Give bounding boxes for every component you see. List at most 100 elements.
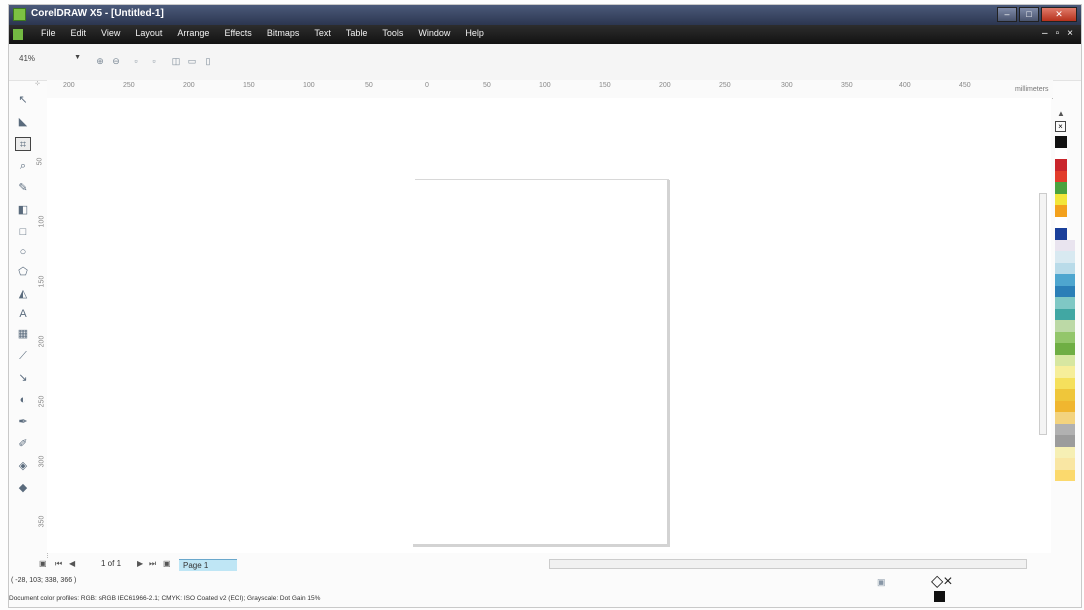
add-page-after-icon[interactable]: ▣ bbox=[163, 559, 171, 568]
palette-scroll-up-icon[interactable]: ▲ bbox=[1057, 109, 1065, 118]
palette-swatch[interactable] bbox=[1055, 182, 1067, 194]
palette-swatch[interactable] bbox=[1055, 412, 1067, 424]
fill-tool-icon[interactable]: ◈ bbox=[15, 459, 31, 473]
horizontal-scrollbar[interactable] bbox=[549, 559, 1027, 569]
palette-swatch[interactable] bbox=[1067, 469, 1075, 481]
maximize-button[interactable]: □ bbox=[1019, 7, 1039, 22]
palette-swatch[interactable] bbox=[1055, 193, 1067, 205]
last-page-icon[interactable]: ⏭ bbox=[149, 559, 156, 569]
basic-shapes-icon[interactable]: ◭ bbox=[15, 287, 31, 301]
palette-swatch[interactable] bbox=[1067, 412, 1075, 424]
fill-color-indicator[interactable] bbox=[934, 591, 945, 602]
doc-close-button[interactable]: × bbox=[1067, 28, 1073, 39]
doc-minimize-button[interactable]: – bbox=[1042, 28, 1048, 39]
zoom-selected-icon[interactable]: ▫ bbox=[131, 57, 141, 66]
palette-swatch[interactable] bbox=[1055, 297, 1067, 309]
zoom-in-icon[interactable]: ⊕ bbox=[95, 57, 105, 66]
zoom-tool-icon[interactable]: ⌕ bbox=[15, 159, 31, 173]
palette-swatch[interactable] bbox=[1067, 354, 1075, 366]
minimize-button[interactable]: – bbox=[997, 7, 1017, 22]
palette-swatch[interactable] bbox=[1055, 446, 1067, 458]
menu-view[interactable]: View bbox=[101, 28, 120, 38]
menu-layout[interactable]: Layout bbox=[135, 28, 162, 38]
palette-swatch[interactable] bbox=[1055, 308, 1067, 320]
palette-swatch[interactable] bbox=[1055, 285, 1067, 297]
pick-tool-icon[interactable]: ↖ bbox=[15, 93, 31, 107]
palette-swatch[interactable] bbox=[1067, 308, 1075, 320]
palette-swatch[interactable] bbox=[1067, 251, 1075, 263]
palette-swatch[interactable] bbox=[1055, 377, 1067, 389]
text-tool-icon[interactable]: A bbox=[15, 307, 31, 321]
horizontal-ruler[interactable]: 200 250 200 150 100 50 0 50 100 150 200 … bbox=[47, 80, 1053, 99]
palette-swatch[interactable] bbox=[1055, 389, 1067, 401]
status-printer-icon[interactable]: ▣ bbox=[877, 577, 889, 587]
palette-swatch[interactable] bbox=[1055, 228, 1067, 240]
rectangle-tool-icon[interactable]: □ bbox=[15, 225, 31, 239]
zoom-level-dropdown[interactable]: 41% ▼ bbox=[19, 54, 81, 67]
page-width-icon[interactable]: ▭ bbox=[187, 57, 197, 66]
drawing-page[interactable] bbox=[415, 179, 669, 546]
palette-swatch[interactable] bbox=[1055, 262, 1067, 274]
add-page-icon[interactable]: ▣ bbox=[39, 559, 47, 568]
palette-swatch[interactable] bbox=[1067, 331, 1075, 343]
document-icon[interactable] bbox=[13, 29, 23, 40]
palette-swatch[interactable] bbox=[1055, 205, 1067, 217]
table-tool-icon[interactable]: ▦ bbox=[15, 327, 31, 341]
palette-swatch[interactable] bbox=[1055, 239, 1067, 251]
palette-swatch[interactable] bbox=[1067, 274, 1075, 286]
ruler-origin[interactable]: ⊹ bbox=[35, 80, 47, 98]
smart-fill-icon[interactable]: ◧ bbox=[15, 203, 31, 217]
crop-tool-icon[interactable]: ⌗ bbox=[15, 137, 31, 151]
first-page-icon[interactable]: ⏮ bbox=[55, 559, 62, 569]
page-height-icon[interactable]: ▯ bbox=[203, 57, 213, 66]
palette-swatch[interactable] bbox=[1055, 274, 1067, 286]
menu-arrange[interactable]: Arrange bbox=[177, 28, 209, 38]
menu-effects[interactable]: Effects bbox=[224, 28, 251, 38]
palette-swatch[interactable] bbox=[1067, 400, 1075, 412]
menu-bitmaps[interactable]: Bitmaps bbox=[267, 28, 300, 38]
zoom-page-icon[interactable]: ◫ bbox=[171, 57, 181, 66]
palette-swatch[interactable] bbox=[1067, 423, 1075, 435]
connector-icon[interactable]: ↘ bbox=[15, 371, 31, 385]
title-bar[interactable]: CorelDRAW X5 - [Untitled-1] – □ ✕ bbox=[9, 5, 1081, 25]
palette-swatch[interactable] bbox=[1055, 320, 1067, 332]
palette-swatch[interactable] bbox=[1055, 458, 1067, 470]
ellipse-tool-icon[interactable]: ○ bbox=[15, 245, 31, 259]
palette-swatch[interactable] bbox=[1067, 343, 1075, 355]
palette-swatch[interactable] bbox=[1067, 297, 1075, 309]
menu-tools[interactable]: Tools bbox=[382, 28, 403, 38]
palette-swatch[interactable] bbox=[1055, 469, 1067, 481]
palette-swatch[interactable] bbox=[1055, 435, 1067, 447]
palette-swatch[interactable] bbox=[1055, 343, 1067, 355]
dropdown-arrow-icon[interactable]: ▼ bbox=[74, 54, 81, 61]
menu-help[interactable]: Help bbox=[465, 28, 484, 38]
parallel-dimension-icon[interactable]: ⟋ bbox=[15, 349, 31, 363]
outline-tool-icon[interactable]: ✐ bbox=[15, 437, 31, 451]
palette-swatch[interactable] bbox=[1055, 170, 1067, 182]
palette-swatch[interactable] bbox=[1055, 366, 1067, 378]
palette-swatch[interactable] bbox=[1067, 239, 1075, 251]
next-page-icon[interactable]: ▶ bbox=[137, 559, 143, 568]
no-color-swatch[interactable]: × bbox=[1055, 121, 1066, 132]
palette-swatch[interactable] bbox=[1067, 446, 1075, 458]
palette-swatch[interactable] bbox=[1067, 320, 1075, 332]
palette-swatch[interactable] bbox=[1055, 400, 1067, 412]
zoom-out-icon[interactable]: ⊖ bbox=[111, 57, 121, 66]
blend-tool-icon[interactable]: ◐ bbox=[15, 393, 31, 407]
palette-swatch[interactable] bbox=[1055, 216, 1067, 228]
menu-edit[interactable]: Edit bbox=[71, 28, 87, 38]
palette-swatch[interactable] bbox=[1067, 366, 1075, 378]
palette-swatch[interactable] bbox=[1055, 423, 1067, 435]
palette-swatch[interactable] bbox=[1055, 331, 1067, 343]
palette-swatch[interactable] bbox=[1067, 377, 1075, 389]
freehand-tool-icon[interactable]: ✎ bbox=[15, 181, 31, 195]
polygon-tool-icon[interactable]: ⬠ bbox=[15, 265, 31, 279]
vertical-scrollbar[interactable] bbox=[1039, 193, 1047, 435]
zoom-all-icon[interactable]: ▫ bbox=[149, 57, 159, 66]
coreldraw-app-icon[interactable] bbox=[13, 8, 26, 21]
palette-swatch[interactable] bbox=[1067, 285, 1075, 297]
palette-swatch[interactable] bbox=[1055, 147, 1067, 159]
palette-swatch[interactable] bbox=[1055, 354, 1067, 366]
menu-text[interactable]: Text bbox=[314, 28, 331, 38]
eyedropper-icon[interactable]: ✒ bbox=[15, 415, 31, 429]
